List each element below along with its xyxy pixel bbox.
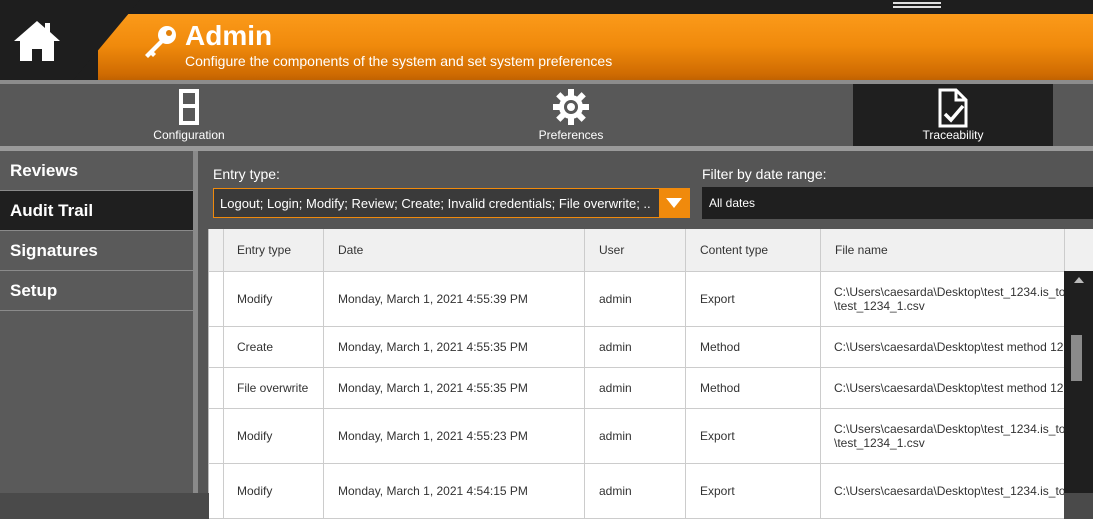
tab-preferences[interactable]: Preferences xyxy=(476,84,666,146)
cell-date: Monday, March 1, 2021 4:54:15 PM xyxy=(324,464,585,518)
document-check-icon xyxy=(938,88,968,128)
tab-traceability-label: Traceability xyxy=(922,128,984,142)
home-icon xyxy=(14,21,60,61)
table-row[interactable]: Modify Monday, March 1, 2021 4:55:23 PM … xyxy=(209,409,1064,464)
date-range-label: Filter by date range: xyxy=(702,166,827,182)
cell-entry-type: File overwrite xyxy=(223,368,324,408)
tab-preferences-label: Preferences xyxy=(538,128,604,142)
table-row[interactable]: Create Monday, March 1, 2021 4:55:35 PM … xyxy=(209,327,1064,368)
row-selector[interactable] xyxy=(209,409,224,463)
entry-type-dropdown[interactable]: Logout; Login; Modify; Review; Create; I… xyxy=(213,188,690,218)
sidebar: Reviews Audit Trail Signatures Setup xyxy=(0,151,193,493)
cell-content-type: Method xyxy=(686,327,821,367)
home-button[interactable] xyxy=(0,0,160,74)
column-header-content-type[interactable]: Content type xyxy=(686,229,821,271)
date-range-value: All dates xyxy=(709,196,756,210)
scrollbar-thumb[interactable] xyxy=(1071,335,1082,381)
cell-file-name: C:\Users\caesarda\Desktop\test_1234.is_t… xyxy=(834,422,1064,450)
sidebar-item-audit-trail[interactable]: Audit Trail xyxy=(0,191,193,231)
header-corner xyxy=(1064,229,1093,272)
cell-entry-type: Create xyxy=(223,327,324,367)
cell-file-name: C:\Users\caesarda\Desktop\test_1234.is_t… xyxy=(834,285,1064,313)
row-selector[interactable] xyxy=(209,368,224,408)
cell-entry-type: Modify xyxy=(223,409,324,463)
ladder-icon xyxy=(179,89,199,125)
sidebar-item-setup[interactable]: Setup xyxy=(0,271,193,311)
row-selector[interactable] xyxy=(209,464,224,518)
row-selector[interactable] xyxy=(209,272,224,326)
cell-content-type: Export xyxy=(686,409,821,463)
column-header-entry-type[interactable]: Entry type xyxy=(223,229,324,271)
cell-content-type: Export xyxy=(686,272,821,326)
cell-user: admin xyxy=(585,368,686,408)
table-row[interactable]: Modify Monday, March 1, 2021 4:54:15 PM … xyxy=(209,464,1064,519)
gear-icon xyxy=(553,89,589,125)
cell-date: Monday, March 1, 2021 4:55:35 PM xyxy=(324,368,585,408)
chevron-down-icon xyxy=(666,198,682,208)
date-range-dropdown[interactable]: All dates xyxy=(702,187,1093,219)
cell-user: admin xyxy=(585,272,686,326)
tab-traceability[interactable]: Traceability xyxy=(853,84,1053,146)
cell-user: admin xyxy=(585,464,686,518)
cell-file-name: C:\Users\caesarda\Desktop\test method 12 xyxy=(834,381,1064,395)
row-selector[interactable] xyxy=(209,327,224,367)
cell-user: admin xyxy=(585,409,686,463)
header-bar: Admin Configure the components of the sy… xyxy=(0,0,1093,84)
key-icon xyxy=(145,26,176,58)
scroll-up-icon[interactable] xyxy=(1074,277,1084,283)
sidebar-item-reviews[interactable]: Reviews xyxy=(0,151,193,191)
entry-type-label: Entry type: xyxy=(213,166,280,182)
vertical-scrollbar[interactable] xyxy=(1064,271,1093,493)
cell-entry-type: Modify xyxy=(223,464,324,518)
page-title: Admin xyxy=(185,20,273,51)
cell-date: Monday, March 1, 2021 4:55:23 PM xyxy=(324,409,585,463)
table-row[interactable]: File overwrite Monday, March 1, 2021 4:5… xyxy=(209,368,1064,409)
cell-entry-type: Modify xyxy=(223,272,324,326)
column-header-user[interactable]: User xyxy=(585,229,686,271)
tab-configuration-label: Configuration xyxy=(153,128,225,142)
cell-user: admin xyxy=(585,327,686,367)
cell-date: Monday, March 1, 2021 4:55:35 PM xyxy=(324,327,585,367)
tab-configuration[interactable]: Configuration xyxy=(95,84,283,146)
entry-type-value: Logout; Login; Modify; Review; Create; I… xyxy=(220,196,650,211)
cell-file-name: C:\Users\caesarda\Desktop\test method 12 xyxy=(834,340,1064,354)
audit-table: Entry type Date User Content type File n… xyxy=(208,229,1093,519)
table-header: Entry type Date User Content type File n… xyxy=(209,229,1064,272)
page-subtitle: Configure the components of the system a… xyxy=(185,53,613,69)
row-selector-header xyxy=(209,229,224,271)
entry-type-dropdown-button[interactable] xyxy=(659,189,689,217)
cell-date: Monday, March 1, 2021 4:55:39 PM xyxy=(324,272,585,326)
sidebar-item-signatures[interactable]: Signatures xyxy=(0,231,193,271)
window-grip[interactable] xyxy=(893,2,941,12)
table-row[interactable]: Modify Monday, March 1, 2021 4:55:39 PM … xyxy=(209,272,1064,327)
cell-file-name: C:\Users\caesarda\Desktop\test_1234.is_t… xyxy=(834,484,1064,498)
tab-bar: Configuration Preferences Traceability xyxy=(0,84,1093,146)
main-panel: Entry type: Logout; Login; Modify; Revie… xyxy=(198,151,1093,519)
cell-content-type: Export xyxy=(686,464,821,518)
column-header-date[interactable]: Date xyxy=(324,229,585,271)
column-header-file-name[interactable]: File name xyxy=(821,229,1064,271)
cell-content-type: Method xyxy=(686,368,821,408)
